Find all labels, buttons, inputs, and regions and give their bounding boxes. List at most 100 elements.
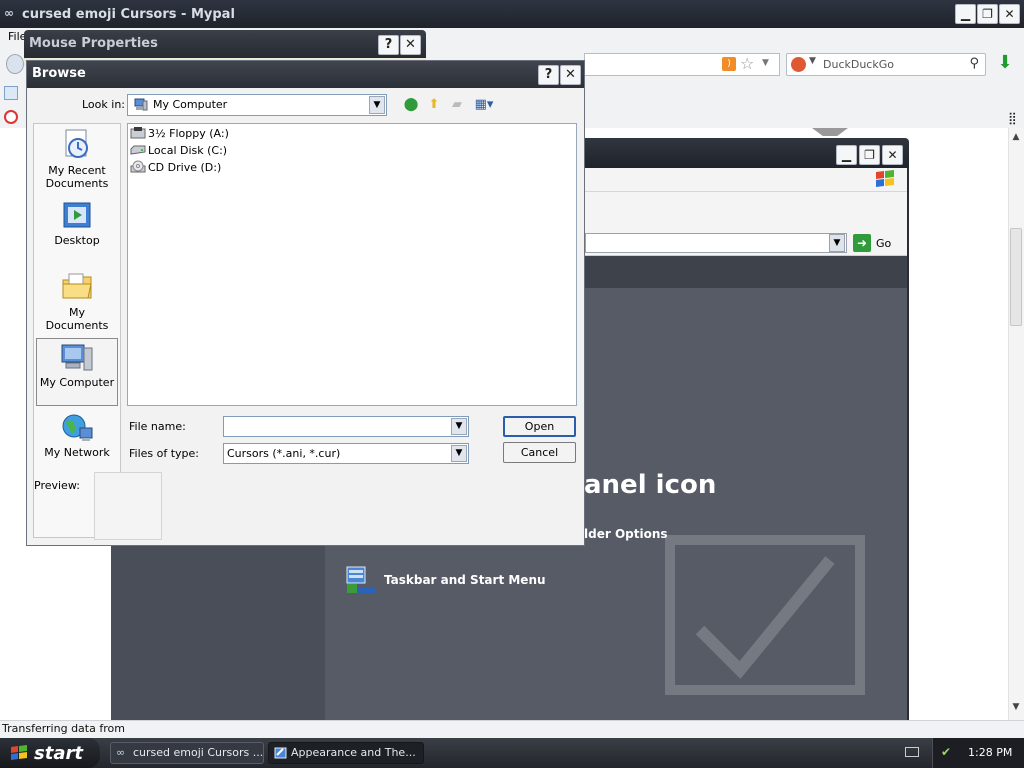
browser-maximize-button[interactable]: ❐ bbox=[977, 4, 998, 24]
file-name-input[interactable]: ▼ bbox=[223, 416, 469, 437]
mouse-properties-title: Mouse Properties bbox=[29, 36, 158, 51]
control-panel-watermark-icon bbox=[665, 535, 865, 695]
search-icon[interactable]: ⚲ bbox=[969, 56, 979, 71]
taskbar-item-mypal[interactable]: ∞ cursed emoji Cursors ... bbox=[110, 742, 264, 764]
my-computer-small-icon bbox=[134, 98, 148, 111]
overflow-grid-icon[interactable]: ⣿ bbox=[1008, 111, 1017, 125]
look-in-dropdown[interactable]: My Computer ▼ bbox=[127, 94, 387, 116]
taskbar-clock[interactable]: 1:28 PM bbox=[968, 746, 1012, 759]
start-label: start bbox=[34, 742, 83, 764]
bookmark-dropdown-icon[interactable]: ▼ bbox=[762, 58, 769, 68]
mouse-properties-help-button[interactable]: ? bbox=[378, 35, 399, 55]
sidebar-addon-icon[interactable] bbox=[4, 110, 18, 124]
place-label: My Network bbox=[44, 446, 110, 459]
view-menu-icon[interactable]: ▦▾ bbox=[472, 96, 496, 114]
scroll-down-arrow-icon[interactable]: ▼ bbox=[1010, 702, 1022, 716]
browser-title: cursed emoji Cursors - Mypal bbox=[22, 6, 235, 22]
folder-options-link[interactable]: lder Options bbox=[584, 527, 668, 541]
place-my-documents[interactable]: My Documents bbox=[36, 270, 118, 332]
search-placeholder: DuckDuckGo bbox=[823, 58, 894, 71]
place-desktop[interactable]: Desktop bbox=[36, 200, 118, 247]
browse-close-button[interactable]: ✕ bbox=[560, 65, 581, 85]
list-item-floppy[interactable]: 3½ Floppy (A:) bbox=[130, 126, 229, 142]
place-label: My Recent Documents bbox=[45, 164, 109, 190]
start-button[interactable]: start bbox=[0, 738, 100, 768]
page-scrollbar[interactable] bbox=[1008, 128, 1024, 720]
place-label: Desktop bbox=[54, 234, 100, 247]
floppy-drive-icon bbox=[130, 127, 146, 139]
new-folder-icon[interactable]: ▰ bbox=[448, 96, 466, 114]
open-button[interactable]: Open bbox=[503, 416, 576, 437]
taskbar-start-menu-link[interactable]: Taskbar and Start Menu bbox=[384, 573, 546, 587]
go-label[interactable]: Go bbox=[876, 237, 891, 250]
look-in-label: Look in: bbox=[82, 98, 125, 111]
download-icon[interactable]: ⬇ bbox=[994, 54, 1016, 74]
appearance-task-icon bbox=[274, 747, 287, 759]
rss-feed-icon[interactable]: ) bbox=[722, 57, 736, 71]
desktop-icon bbox=[63, 202, 91, 228]
cp-maximize-button[interactable]: ❐ bbox=[859, 145, 880, 165]
duckduckgo-icon bbox=[791, 57, 806, 72]
my-network-globe-icon bbox=[62, 414, 93, 441]
bookmark-star-icon[interactable]: ☆ bbox=[740, 54, 754, 73]
look-in-value: My Computer bbox=[153, 98, 228, 111]
cancel-button[interactable]: Cancel bbox=[503, 442, 576, 463]
mypal-app-icon: ∞ bbox=[4, 6, 14, 20]
files-of-type-value: Cursors (*.ani, *.cur) bbox=[227, 447, 341, 460]
cp-minimize-button[interactable]: ▁ bbox=[836, 145, 857, 165]
go-arrow-icon[interactable]: ➜ bbox=[853, 234, 871, 252]
task-label: Appearance and The... bbox=[291, 746, 416, 759]
browse-titlebar: Browse bbox=[27, 61, 584, 88]
cp-frame-right bbox=[907, 168, 909, 736]
file-item-label: CD Drive (D:) bbox=[148, 161, 222, 174]
list-item-cd-drive[interactable]: CD Drive (D:) bbox=[130, 160, 221, 176]
taskbar-start-menu-icon[interactable] bbox=[345, 565, 377, 595]
place-my-recent-documents[interactable]: My Recent Documents bbox=[36, 128, 118, 190]
tray-network-icon[interactable]: ✔ bbox=[941, 745, 951, 759]
cp-close-button[interactable]: ✕ bbox=[882, 145, 903, 165]
place-my-computer[interactable]: My Computer bbox=[36, 342, 118, 389]
hard-disk-icon bbox=[130, 145, 146, 155]
files-of-type-select[interactable]: Cursors (*.ani, *.cur) ▼ bbox=[223, 443, 469, 464]
up-folder-icon[interactable]: ⬆ bbox=[425, 96, 443, 114]
back-button[interactable] bbox=[6, 54, 24, 74]
my-documents-folder-icon bbox=[62, 273, 92, 299]
search-engine-dropdown-icon[interactable]: ▼ bbox=[809, 56, 816, 66]
browse-title: Browse bbox=[32, 66, 86, 81]
preview-box bbox=[94, 472, 162, 540]
windows-flag-icon bbox=[11, 745, 27, 760]
mouse-properties-close-button[interactable]: ✕ bbox=[400, 35, 421, 55]
file-item-label: 3½ Floppy (A:) bbox=[148, 127, 229, 140]
browser-close-button[interactable]: ✕ bbox=[999, 4, 1020, 24]
place-my-network[interactable]: My Network bbox=[36, 412, 118, 459]
mypal-task-icon: ∞ bbox=[116, 746, 126, 759]
search-input[interactable]: ▼ DuckDuckGo ⚲ bbox=[786, 53, 986, 76]
keyboard-icon[interactable] bbox=[905, 747, 919, 757]
cp-heading: anel icon bbox=[584, 470, 717, 500]
place-label: My Documents bbox=[45, 306, 109, 332]
cp-address-input[interactable] bbox=[585, 233, 847, 253]
files-of-type-chevron-down-icon[interactable]: ▼ bbox=[451, 445, 467, 462]
scrollbar-thumb[interactable] bbox=[1010, 228, 1022, 326]
mouse-properties-titlebar: Mouse Properties bbox=[24, 30, 426, 58]
sidebar-search-icon[interactable] bbox=[4, 86, 18, 100]
windows-logo-icon bbox=[876, 170, 894, 187]
task-label: cursed emoji Cursors ... bbox=[133, 746, 264, 759]
browser-minimize-button[interactable]: ▁ bbox=[955, 4, 976, 24]
look-in-chevron-down-icon[interactable]: ▼ bbox=[369, 96, 385, 114]
file-name-label: File name: bbox=[129, 420, 186, 433]
preview-label: Preview: bbox=[34, 479, 80, 492]
back-arrow-icon[interactable]: ⬤ bbox=[402, 96, 420, 114]
list-item-local-disk[interactable]: Local Disk (C:) bbox=[130, 143, 227, 159]
file-item-label: Local Disk (C:) bbox=[148, 144, 228, 157]
cd-drive-icon bbox=[130, 160, 146, 173]
recent-documents-icon bbox=[65, 129, 88, 158]
taskbar-item-appearance[interactable]: Appearance and The... bbox=[268, 742, 424, 764]
browse-help-button[interactable]: ? bbox=[538, 65, 559, 85]
status-text: Transferring data from bbox=[2, 722, 125, 735]
scroll-up-arrow-icon[interactable]: ▲ bbox=[1010, 132, 1022, 146]
cp-address-dropdown-icon[interactable]: ▼ bbox=[829, 234, 845, 252]
file-name-chevron-down-icon[interactable]: ▼ bbox=[451, 418, 467, 435]
my-computer-icon bbox=[61, 344, 93, 371]
files-of-type-label: Files of type: bbox=[129, 447, 200, 460]
